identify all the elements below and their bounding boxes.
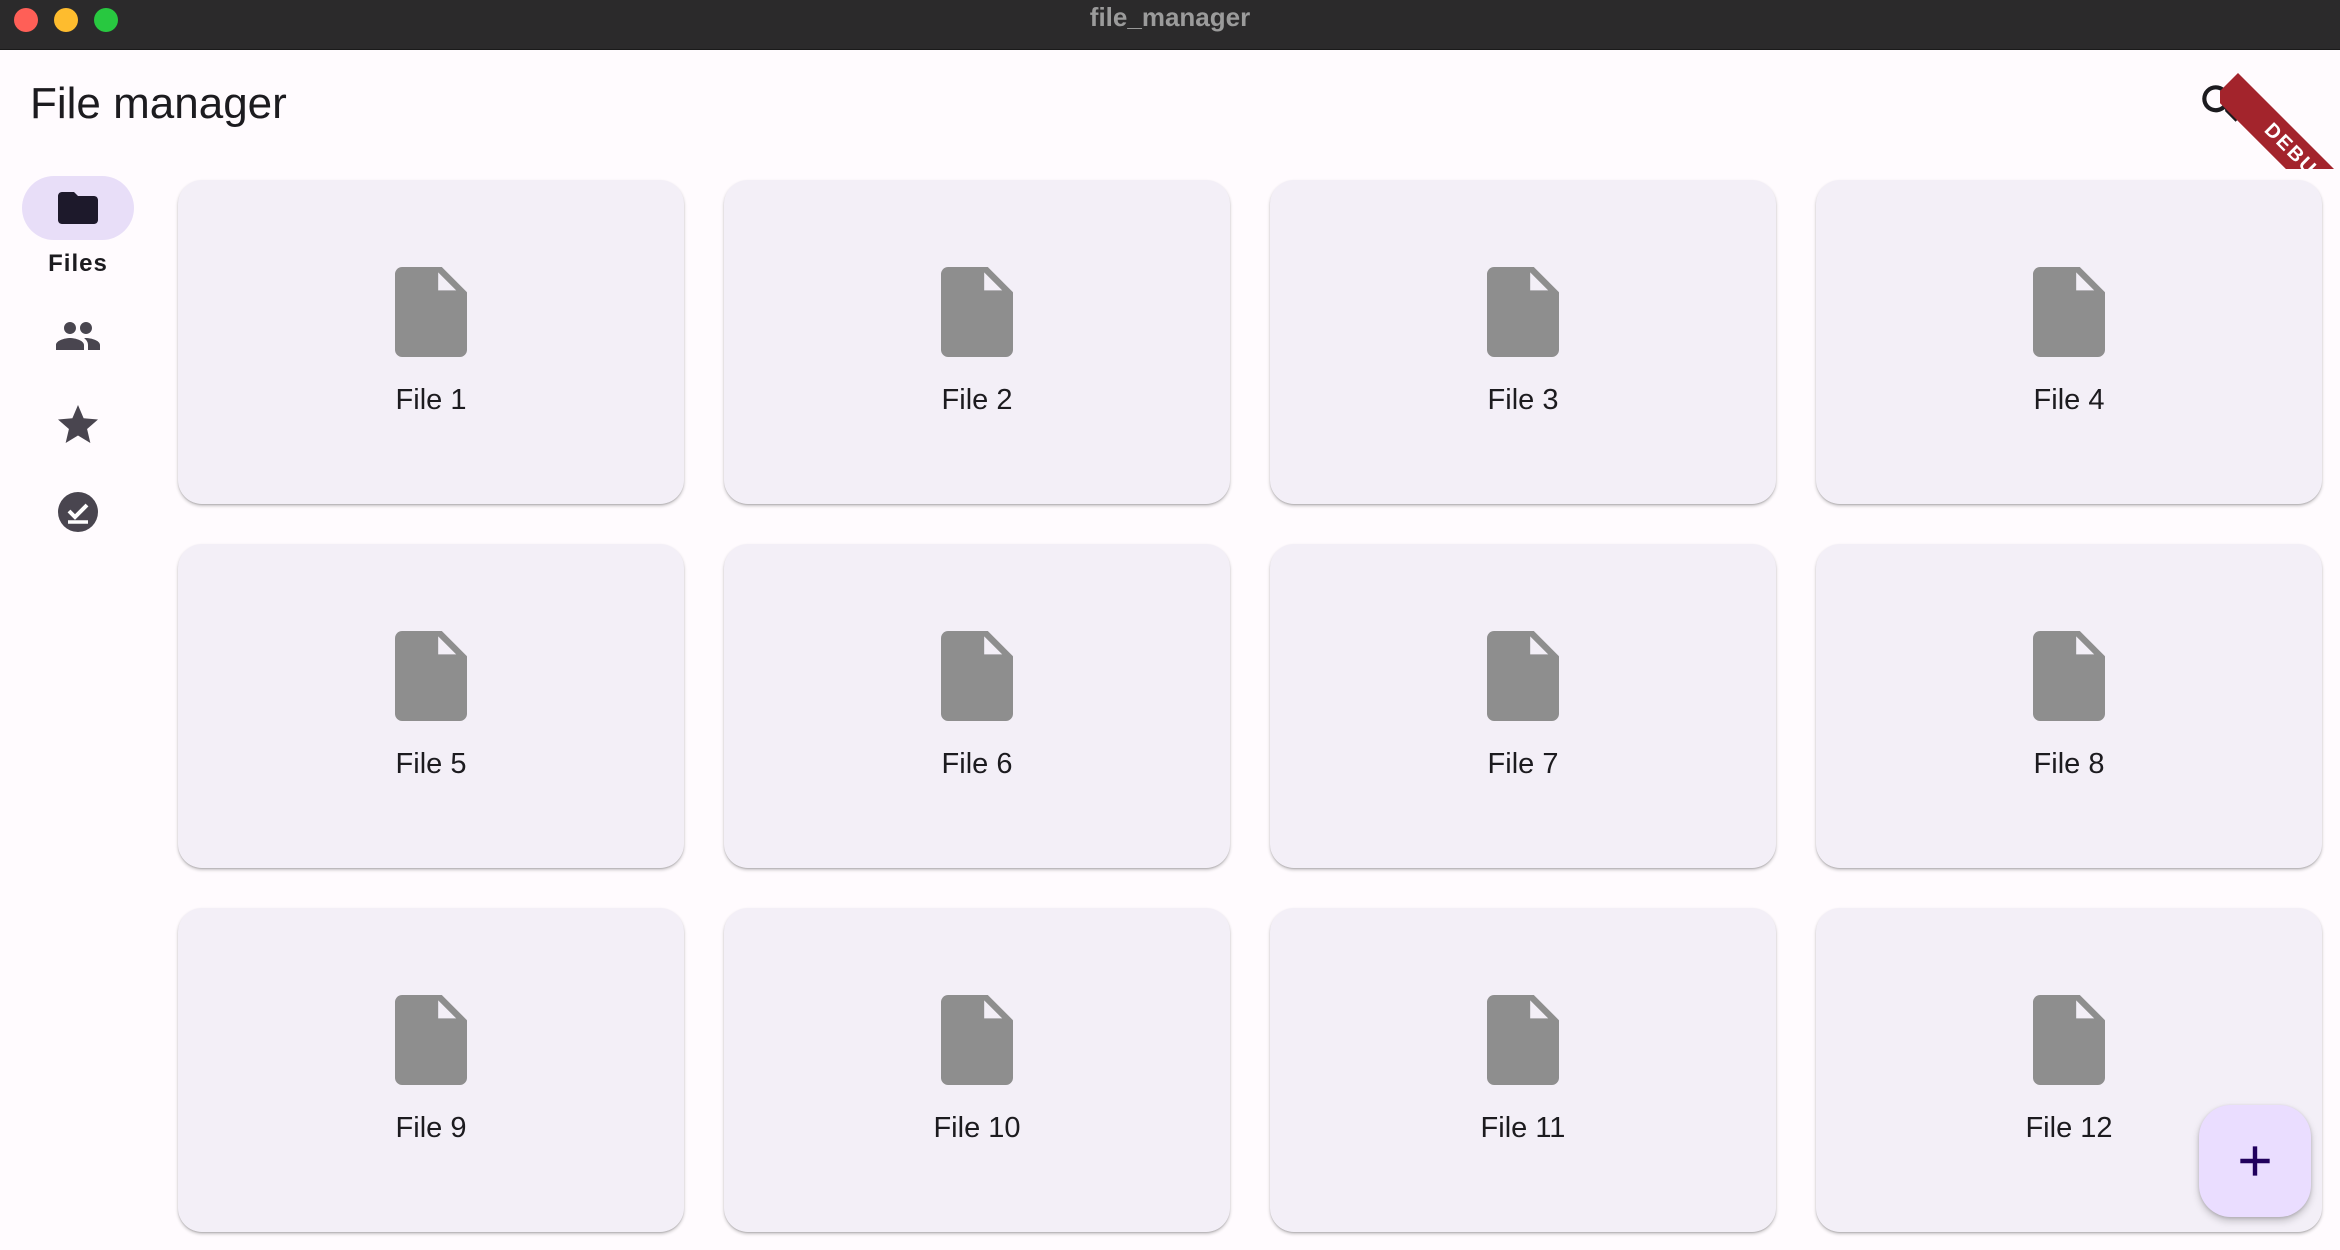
page-title: File manager — [30, 79, 287, 128]
file-icon — [2033, 267, 2105, 357]
star-icon — [58, 405, 98, 443]
window-title: file_manager — [1089, 2, 1251, 32]
folder-icon — [58, 192, 98, 224]
file-name: File 9 — [395, 1112, 467, 1144]
file-icon — [941, 267, 1013, 357]
file-icon — [941, 631, 1013, 721]
file-card[interactable]: File 1 — [178, 180, 684, 504]
file-icon — [1487, 631, 1559, 721]
file-name: File 4 — [2033, 384, 2105, 416]
file-name: File 5 — [395, 748, 467, 780]
file-card[interactable]: File 10 — [724, 908, 1230, 1232]
file-name: File 1 — [395, 384, 467, 416]
file-name: File 6 — [941, 748, 1013, 780]
file-card[interactable]: File 4 — [1816, 180, 2322, 504]
file-icon — [395, 631, 467, 721]
file-icon — [395, 267, 467, 357]
nav-rail-label-files: Files — [48, 250, 108, 277]
file-card[interactable]: File 11 — [1270, 908, 1776, 1232]
file-name: File 10 — [933, 1112, 1021, 1144]
file-icon — [1487, 267, 1559, 357]
file-name: File 11 — [1480, 1112, 1566, 1144]
file-card[interactable]: File 3 — [1270, 180, 1776, 504]
search-icon — [2202, 85, 2239, 122]
file-icon — [2033, 995, 2105, 1085]
file-card[interactable]: File 7 — [1270, 544, 1776, 868]
add-icon — [2240, 1146, 2270, 1176]
file-name: File 8 — [2033, 748, 2105, 780]
search-button[interactable] — [2196, 79, 2246, 129]
window-titlebar: file_manager — [0, 0, 2340, 50]
file-icon — [941, 995, 1013, 1085]
file-card[interactable]: File 2 — [724, 180, 1230, 504]
check-circle-icon — [58, 492, 98, 532]
file-card[interactable]: File 8 — [1816, 544, 2322, 868]
file-name: File 7 — [1487, 748, 1559, 780]
file-card[interactable]: File 9 — [178, 908, 684, 1232]
file-card[interactable]: File 6 — [724, 544, 1230, 868]
add-file-fab[interactable] — [2199, 1105, 2311, 1217]
file-name: File 3 — [1487, 384, 1559, 416]
file-name: File 2 — [941, 384, 1013, 416]
people-icon — [56, 322, 100, 350]
file-icon — [2033, 631, 2105, 721]
file-icon — [1487, 995, 1559, 1085]
file-card[interactable]: File 5 — [178, 544, 684, 868]
file-icon — [395, 995, 467, 1085]
